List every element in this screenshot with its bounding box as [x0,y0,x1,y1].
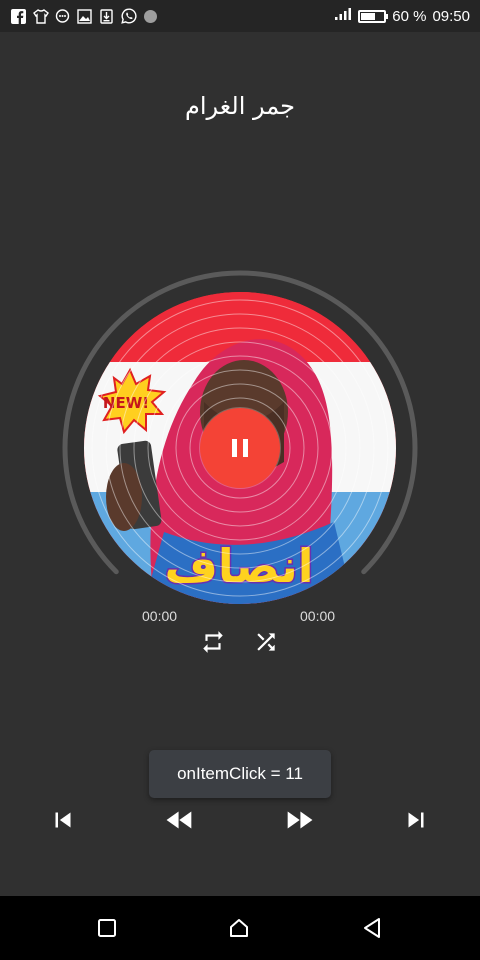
repeat-button[interactable] [198,627,228,657]
player-disc: NEW! انصاف [60,268,420,628]
download-icon [98,8,115,25]
cover-title-text: انصاف [164,539,313,593]
status-right: 60 % 09:50 [334,7,470,25]
facebook-icon [10,8,27,25]
skip-previous-button[interactable] [45,802,81,838]
skip-previous-icon [55,812,71,828]
rewind-icon [166,811,192,829]
whatsapp-icon [120,8,137,25]
elapsed-time: 00:00 [142,608,178,624]
recent-apps-button[interactable] [91,912,123,944]
repeat-icon [203,631,223,653]
image-icon [76,8,93,25]
skip-next-icon [408,812,424,828]
fast-forward-icon [287,811,313,829]
back-button[interactable] [356,912,388,944]
total-time: 00:00 [300,608,336,624]
recent-apps-icon [98,919,116,937]
song-title: جمر الغرام [185,92,295,120]
skip-next-button[interactable] [398,802,434,838]
navigation-bar [0,896,480,960]
toast-message: onItemClick = 11 [149,750,331,798]
dot-icon [142,8,159,25]
clock: 09:50 [432,7,470,25]
signal-icon [334,7,352,25]
shuffle-icon [257,633,275,651]
pause-icon [232,439,237,457]
pause-button[interactable] [200,408,280,488]
fast-forward-button[interactable] [281,802,317,838]
shuffle-button[interactable] [251,627,281,657]
shirt-icon [32,8,49,25]
notification-icons [10,8,159,25]
rewind-button[interactable] [162,802,198,838]
battery-percent: 60 % [392,7,427,25]
battery-icon [358,9,389,23]
message-icon [54,8,71,25]
home-button[interactable] [223,912,255,944]
status-bar: 60 % 09:50 [0,0,480,32]
back-icon [364,918,380,938]
home-icon [230,919,248,937]
